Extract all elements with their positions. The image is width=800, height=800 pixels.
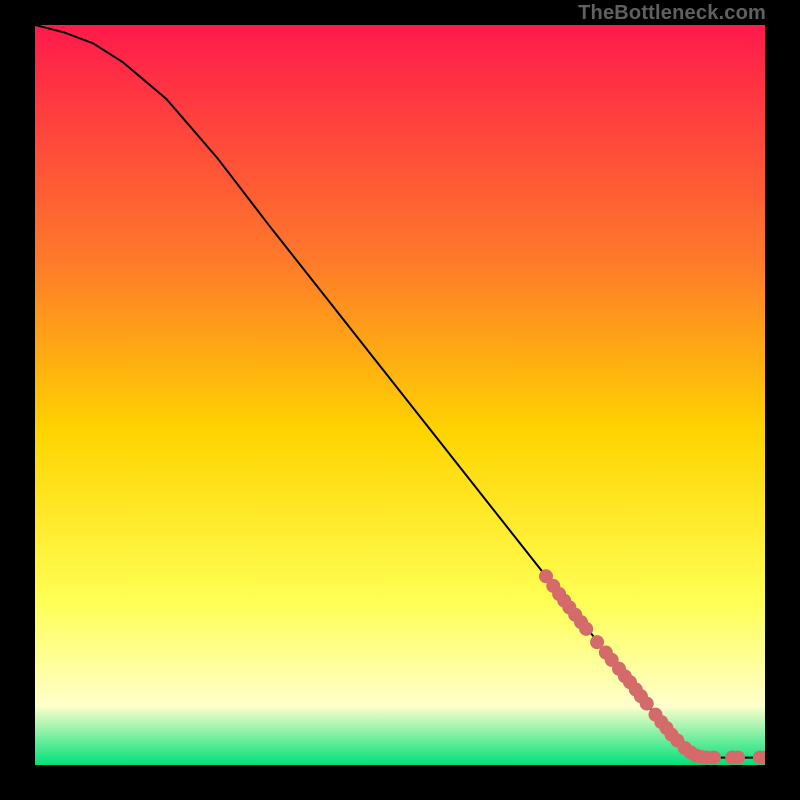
chart-plot-area (35, 25, 765, 765)
chart-frame: TheBottleneck.com (0, 0, 800, 800)
data-point (579, 622, 593, 636)
watermark: TheBottleneck.com (578, 2, 766, 25)
data-point (707, 751, 721, 765)
data-point (640, 697, 654, 711)
data-point (731, 751, 745, 765)
chart-background (35, 25, 765, 765)
chart-svg (35, 25, 765, 765)
